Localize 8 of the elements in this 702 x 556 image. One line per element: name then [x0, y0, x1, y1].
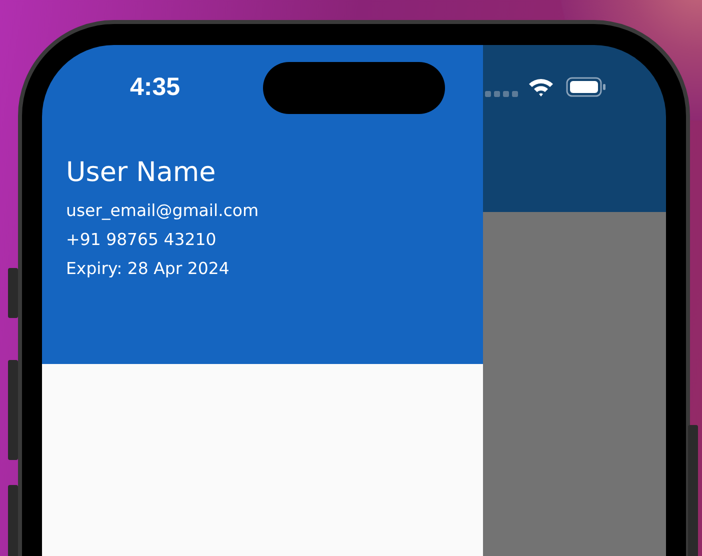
wifi-icon — [528, 77, 554, 97]
status-time: 4:35 — [130, 73, 180, 102]
user-detail: user_email@gmail.com — [66, 200, 260, 222]
user-detail: Expiry: 28 Apr 2024 — [66, 258, 230, 280]
user-name: User Name — [66, 156, 217, 190]
signal-dots-icon — [485, 91, 519, 97]
battery-icon — [566, 77, 606, 97]
user-detail: +91 98765 43210 — [66, 229, 218, 251]
